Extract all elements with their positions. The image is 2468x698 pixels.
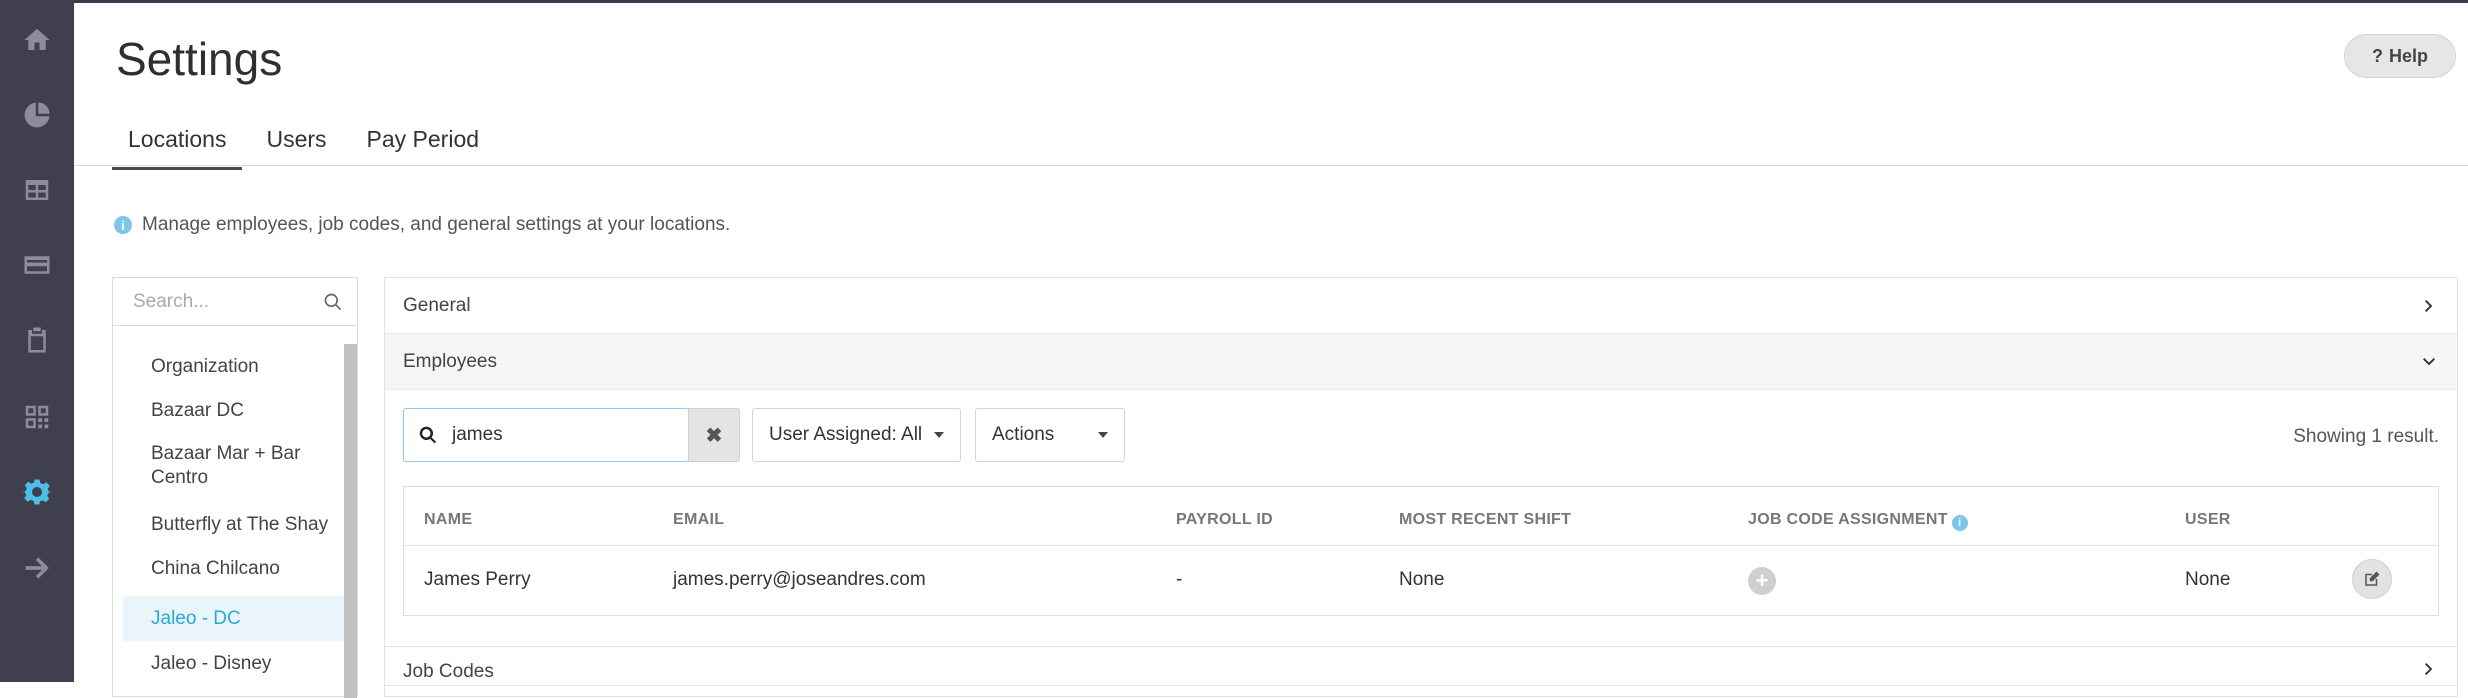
credit-card-icon[interactable] [0, 245, 74, 285]
info-icon[interactable]: i [1951, 515, 1968, 531]
location-item-jaleo-dc[interactable]: Jaleo - DC [123, 596, 345, 641]
cell-user: None [2185, 569, 2231, 590]
location-item-china-chilcano[interactable]: China Chilcano [123, 551, 345, 596]
column-name[interactable]: NAME [424, 511, 472, 529]
add-job-code-icon[interactable]: + [1748, 567, 1776, 595]
chevron-right-icon [2425, 663, 2433, 675]
column-job-code-assignment-label: JOB CODE ASSIGNMENT [1748, 511, 1948, 528]
table-icon[interactable] [0, 170, 74, 210]
location-item-bazaar-mar-bar-centro[interactable]: Bazaar Mar + Bar Centro [123, 434, 345, 506]
clear-search-button[interactable]: ✖ [688, 408, 740, 462]
cell-most-recent-shift: None [1399, 569, 1445, 590]
location-search-placeholder: Search... [133, 290, 210, 312]
location-search-input[interactable]: Search... [113, 278, 357, 326]
column-most-recent-shift[interactable]: MOST RECENT SHIFT [1399, 511, 1571, 529]
section-job-codes[interactable]: Job Codes [385, 646, 2457, 686]
tab-pay-period[interactable]: Pay Period [351, 120, 496, 170]
location-item-bazaar-dc[interactable]: Bazaar DC [123, 389, 345, 434]
pie-chart-icon[interactable] [0, 95, 74, 135]
column-email[interactable]: EMAIL [673, 511, 724, 529]
cell-payroll-id: - [1176, 569, 1183, 590]
location-settings: General Employees james ✖ User Assigned:… [384, 277, 2458, 697]
location-item-jaleo-disney[interactable]: Jaleo - Disney [123, 641, 345, 686]
tabs-divider [74, 165, 2468, 166]
employees-panel: james ✖ User Assigned: All Actions Showi… [385, 390, 2457, 646]
section-employees-label: Employees [403, 350, 497, 372]
employees-table: NAME EMAIL PAYROLL ID MOST RECENT SHIFT … [403, 486, 2439, 616]
locations-panel: Search... Organization Bazaar DC Bazaar … [112, 277, 358, 698]
user-assigned-label: User Assigned: All [769, 424, 923, 445]
arrow-right-icon[interactable] [0, 548, 74, 588]
column-user[interactable]: USER [2185, 511, 2231, 529]
help-label: Help [2388, 45, 2428, 66]
help-button[interactable]: ? Help [2344, 34, 2456, 78]
edit-button[interactable] [2352, 559, 2392, 599]
employee-search-input[interactable]: james [403, 408, 689, 462]
column-payroll-id[interactable]: PAYROLL ID [1176, 511, 1273, 529]
column-job-code-assignment[interactable]: JOB CODE ASSIGNMENT i [1748, 511, 1968, 531]
edit-icon [2365, 571, 2380, 586]
tab-users[interactable]: Users [250, 120, 342, 170]
location-item-organization[interactable]: Organization [123, 344, 345, 389]
location-list: Organization Bazaar DC Bazaar Mar + Bar … [113, 344, 345, 686]
result-count: Showing 1 result. [2293, 426, 2439, 447]
settings-tabs: Locations Users Pay Period [112, 120, 503, 170]
location-item-butterfly[interactable]: Butterfly at The Shay [123, 506, 345, 551]
clipboard-icon[interactable] [0, 320, 74, 360]
user-assigned-dropdown[interactable]: User Assigned: All [752, 408, 962, 462]
actions-label: Actions [992, 424, 1055, 445]
employee-search-value: james [452, 424, 503, 445]
section-job-codes-label: Job Codes [403, 661, 494, 682]
icon-rail [0, 0, 74, 682]
search-icon [419, 426, 437, 444]
chevron-down-icon [2423, 357, 2435, 365]
home-icon[interactable] [0, 20, 74, 60]
caret-down-icon [1098, 432, 1108, 438]
main-content: Settings ? Help Locations Users Pay Peri… [74, 0, 2468, 698]
section-employees[interactable]: Employees [385, 334, 2457, 390]
info-icon: i [114, 216, 132, 234]
gear-icon[interactable] [0, 472, 74, 512]
header-divider [404, 545, 2438, 546]
qr-code-icon[interactable] [0, 397, 74, 437]
question-icon: ? [2371, 45, 2383, 66]
scrollbar[interactable] [344, 344, 357, 698]
search-icon [324, 293, 342, 310]
chevron-right-icon [2425, 299, 2433, 312]
info-text: Manage employees, job codes, and general… [142, 214, 731, 235]
section-general[interactable]: General [385, 278, 2457, 334]
cell-email: james.perry@joseandres.com [673, 569, 926, 590]
info-message: i Manage employees, job codes, and gener… [114, 214, 730, 236]
tab-locations[interactable]: Locations [112, 120, 243, 170]
page-title: Settings [116, 33, 283, 85]
caret-down-icon [934, 432, 945, 438]
cell-name: James Perry [424, 569, 531, 590]
section-general-label: General [403, 294, 471, 316]
actions-dropdown[interactable]: Actions [975, 408, 1125, 462]
